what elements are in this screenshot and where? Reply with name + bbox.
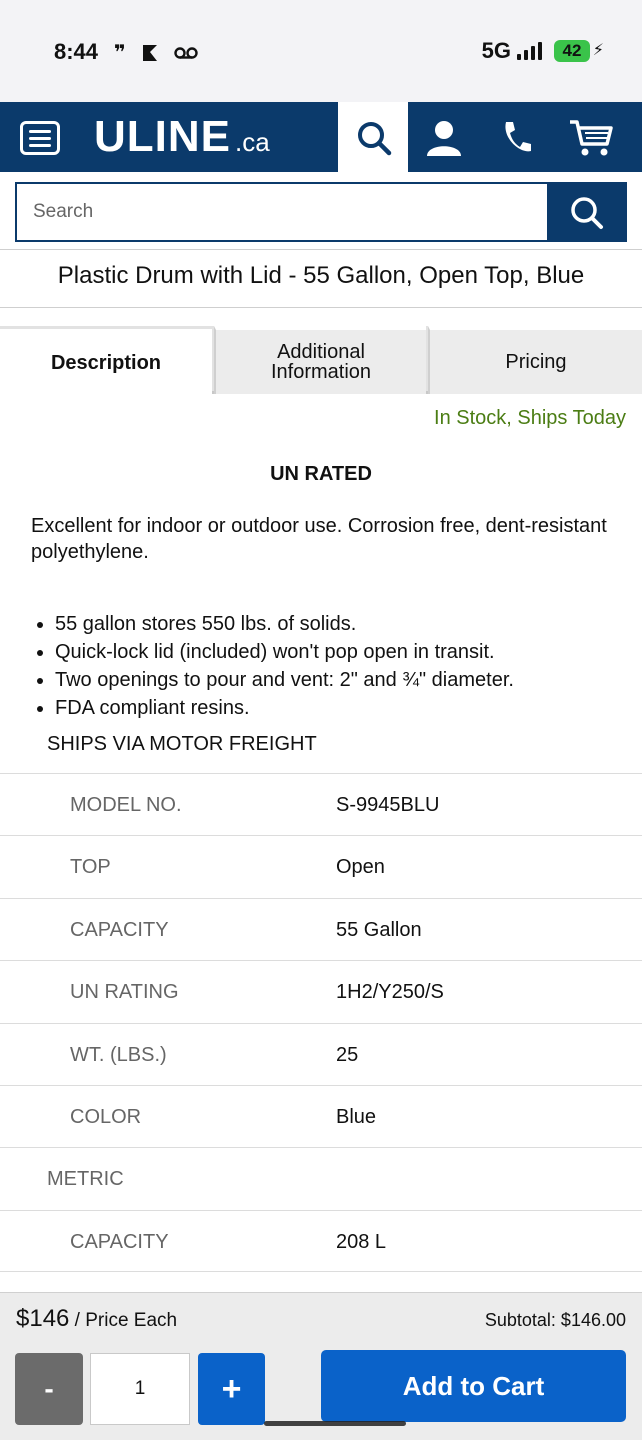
spec-value: S-9945BLU xyxy=(336,794,440,816)
status-bar: 8:44 ❞ 5G 42 ⚡ xyxy=(0,0,642,102)
logo-text: ULINE xyxy=(94,112,231,161)
menu-icon[interactable] xyxy=(20,121,60,155)
table-row: CAPACITY 208 L xyxy=(0,1209,642,1273)
stock-status: In Stock, Ships Today xyxy=(434,407,626,429)
tab-additional-information[interactable]: Additional Information xyxy=(214,326,426,394)
header-search-button[interactable] xyxy=(338,102,408,172)
product-title: Plastic Drum with Lid - 55 Gallon, Open … xyxy=(57,262,585,289)
quantity-decrease-button[interactable]: - xyxy=(15,1353,83,1425)
search-bar xyxy=(15,182,627,242)
spec-label: MODEL NO. xyxy=(70,794,182,816)
spec-label: COLOR xyxy=(70,1105,142,1128)
description-heading: UN RATED xyxy=(270,463,372,485)
quantity-increase-button[interactable]: + xyxy=(198,1353,265,1425)
k-icon xyxy=(142,44,157,61)
divider xyxy=(0,307,642,308)
logo-suffix: .ca xyxy=(235,127,270,157)
tab-description[interactable]: Description xyxy=(0,326,212,397)
table-row: TOP Open xyxy=(0,835,642,897)
spec-value: 25 xyxy=(336,1043,359,1066)
table-row: UN RATING 1H2/Y250/S xyxy=(0,960,642,1022)
search-icon xyxy=(358,122,392,156)
specs-table: MODEL NO. S-9945BLU TOP Open CAPACITY 55… xyxy=(0,773,642,1273)
quantity-input[interactable] xyxy=(90,1353,190,1425)
tab-additional-line1: Additional xyxy=(277,341,365,363)
voicemail-icon xyxy=(174,46,198,59)
battery-icon: 42 ⚡ xyxy=(554,40,604,62)
search-submit-button[interactable] xyxy=(547,184,625,240)
list-item: Quick-lock lid (included) won't pop open… xyxy=(55,638,514,666)
search-icon xyxy=(571,197,603,229)
description-text: Excellent for indoor or outdoor use. Cor… xyxy=(31,515,607,563)
table-row: WT. (LBS.) 25 xyxy=(0,1022,642,1085)
spec-value: Blue xyxy=(336,1105,377,1128)
account-icon[interactable] xyxy=(424,118,464,158)
list-item: FDA compliant resins. xyxy=(55,694,514,722)
spec-label: CAPACITY xyxy=(70,1230,169,1253)
spec-label: UN RATING xyxy=(70,981,179,1004)
table-row: METRIC xyxy=(0,1147,642,1209)
system-indicators: 5G 42 ⚡ xyxy=(481,38,604,64)
product-tabs: Description Additional Information Prici… xyxy=(0,326,642,397)
divider xyxy=(0,249,642,250)
add-to-cart-button[interactable]: Add to Cart xyxy=(321,1350,626,1422)
notification-icons: ❞ xyxy=(114,40,198,65)
spec-value: 1H2/Y250/S xyxy=(336,981,444,1004)
battery-level: 42 xyxy=(562,41,582,60)
charging-icon: ⚡ xyxy=(592,42,604,59)
signal-icon xyxy=(517,42,542,60)
phone-icon[interactable] xyxy=(496,118,536,158)
cart-icon[interactable] xyxy=(568,118,614,158)
spec-label: TOP xyxy=(70,856,111,879)
table-row: CAPACITY 55 Gallon xyxy=(0,897,642,960)
spec-value: 55 Gallon xyxy=(336,918,422,941)
feature-list: 55 gallon stores 550 lbs. of solids. Qui… xyxy=(55,610,514,722)
spec-label: CAPACITY xyxy=(70,918,169,941)
table-row: COLOR Blue xyxy=(0,1084,642,1147)
price-label: / Price Each xyxy=(69,1310,178,1331)
shipping-note: SHIPS VIA MOTOR FREIGHT xyxy=(47,733,317,755)
spec-value: 208 L xyxy=(336,1230,387,1253)
list-item: 55 gallon stores 550 lbs. of solids. xyxy=(55,610,514,638)
home-indicator[interactable] xyxy=(264,1421,406,1426)
uline-logo[interactable]: ULINE .ca xyxy=(94,112,270,162)
clock: 8:44 xyxy=(54,39,99,64)
purchase-bar: $146 / Price Each Subtotal: $146.00 - + … xyxy=(0,1292,642,1440)
search-input[interactable] xyxy=(17,184,547,240)
price-amount: $146 xyxy=(16,1305,70,1332)
spec-value: Open xyxy=(336,856,385,879)
subtotal: Subtotal: $146.00 xyxy=(484,1310,626,1330)
spec-section-label: METRIC xyxy=(47,1168,124,1191)
table-row: MODEL NO. S-9945BLU xyxy=(0,773,642,835)
list-item: Two openings to pour and vent: 2" and ¾"… xyxy=(55,666,514,694)
unit-price: $146 / Price Each xyxy=(16,1305,177,1333)
quote-icon: ❞ xyxy=(114,42,126,64)
spec-label: WT. (LBS.) xyxy=(70,1043,167,1066)
network-type: 5G xyxy=(481,38,511,63)
site-header: ULINE .ca xyxy=(0,102,642,172)
tab-additional-line2: Information xyxy=(270,361,372,383)
tab-pricing[interactable]: Pricing xyxy=(428,326,642,394)
